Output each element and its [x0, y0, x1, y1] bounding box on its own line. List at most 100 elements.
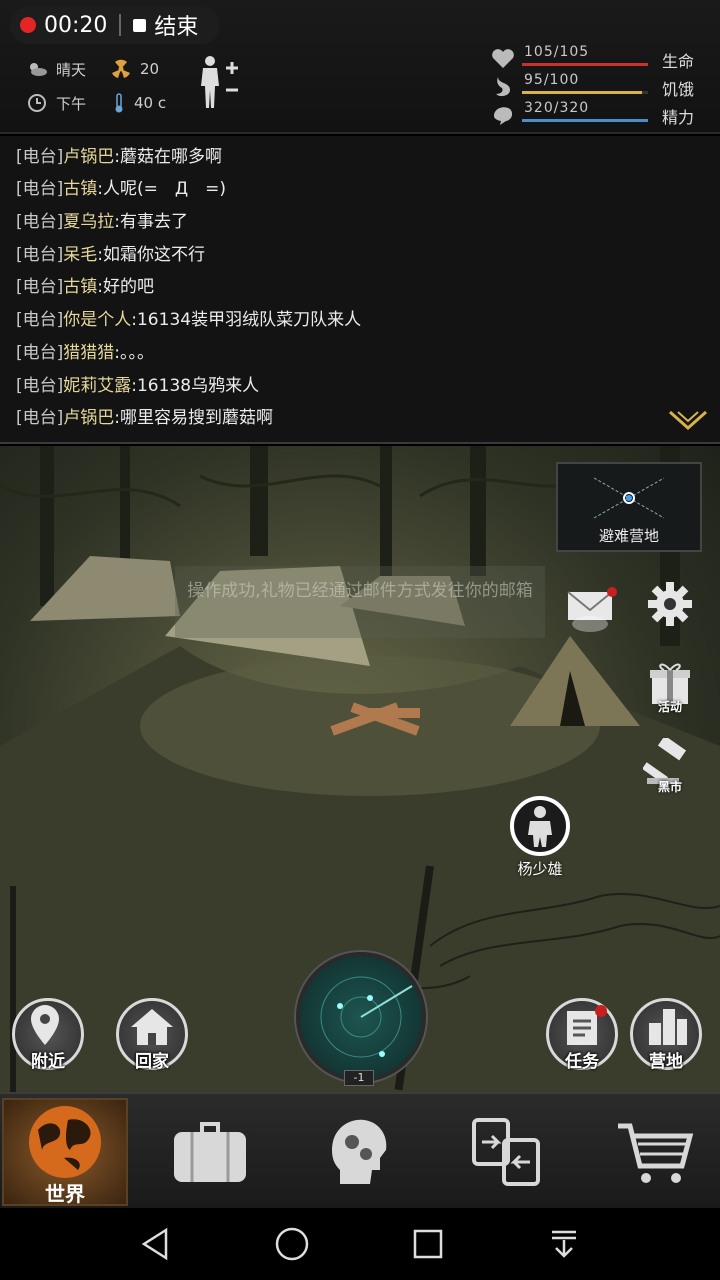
minimap-button[interactable]: 避难营地	[556, 462, 702, 552]
chevron-down-icon[interactable]	[668, 408, 708, 434]
tab-shop[interactable]	[616, 1114, 696, 1190]
radar-icon	[320, 976, 413, 1058]
time-of-day-text: 下午	[56, 94, 87, 113]
home-circle-icon[interactable]	[274, 1226, 310, 1262]
chat-channel: [电台]	[16, 212, 64, 232]
mail-icon	[567, 587, 617, 632]
chat-message: :哪里容易搜到蘑菇啊	[114, 408, 273, 428]
recent-apps-icon[interactable]	[410, 1226, 446, 1262]
chat-channel: [电台]	[16, 245, 64, 265]
chat-sender[interactable]: 夏乌拉	[63, 212, 114, 232]
clock-icon	[28, 94, 46, 112]
go-home-label: 回家	[135, 1052, 169, 1072]
mail-button[interactable]	[558, 584, 622, 648]
tab-inventory[interactable]	[170, 1114, 250, 1190]
stamina-fill	[522, 119, 648, 122]
minimap-label: 避难营地	[598, 527, 659, 545]
end-recording-button[interactable]: 结束	[154, 9, 198, 41]
gear-icon	[648, 582, 692, 626]
chat-sender[interactable]: 古镇	[63, 179, 97, 199]
tab-world[interactable]: 世界	[2, 1098, 128, 1206]
chat-sender[interactable]: 古镇	[63, 277, 97, 297]
radiation-value: 20	[140, 60, 160, 78]
settings-button[interactable]	[638, 576, 702, 640]
task-label: 任务	[565, 1052, 599, 1072]
time-of-day-indicator: 下午	[26, 92, 86, 114]
screen-recorder-pill: 00:20 结束	[10, 6, 220, 44]
go-home-button[interactable]: 回家	[116, 998, 188, 1072]
weather-sun-cloud-icon	[30, 63, 47, 76]
chat-line[interactable]: [电台]卢锅巴:哪里容易搜到蘑菇啊	[16, 403, 273, 428]
chat-sender[interactable]: 妮莉艾露	[63, 376, 131, 396]
house-icon	[131, 1009, 173, 1045]
location-pin-icon	[31, 1005, 59, 1045]
chat-sender[interactable]: 你是个人	[63, 310, 131, 330]
bottom-nav: 世界	[0, 1092, 720, 1208]
radiation-icon	[112, 59, 130, 78]
nearby-button[interactable]: 附近	[12, 998, 84, 1072]
chat-message: :人呢(= Д =)	[97, 179, 227, 199]
chat-sender[interactable]: 卢锅巴	[63, 408, 114, 428]
toast-notice: 操作成功,礼物已经通过邮件方式发往你的邮箱	[175, 566, 545, 638]
stop-icon[interactable]	[133, 18, 147, 32]
chat-line[interactable]: [电台]古镇:好的吧	[16, 272, 154, 297]
game-scene[interactable]: 操作成功,礼物已经通过邮件方式发往你的邮箱 避难营地 活动 黑市 杨少雄 附近 …	[0, 446, 720, 1092]
hunger-bar: 95/100 饥饿	[490, 72, 710, 100]
map-node-icon	[593, 477, 665, 519]
chat-message: :16138乌鸦来人	[131, 376, 260, 396]
recorder-divider	[119, 14, 122, 36]
hunger-fill	[522, 91, 642, 94]
chat-channel: [电台]	[16, 376, 64, 396]
hp-bar: 105/105 生命	[490, 44, 710, 72]
chat-sender[interactable]: 卢锅巴	[63, 147, 114, 167]
record-dot-icon	[20, 17, 36, 33]
stamina-value: 320/320	[524, 100, 590, 116]
black-market-label: 黑市	[657, 780, 682, 794]
nearby-label: 附近	[31, 1052, 65, 1072]
system-nav-bar	[0, 1208, 720, 1280]
chat-line[interactable]: [电台]卢锅巴:蘑菇在哪多啊	[16, 142, 222, 167]
chat-line[interactable]: [电台]呆毛:如霜你这不行	[16, 240, 205, 265]
stamina-icon	[494, 107, 513, 125]
body-status-button[interactable]	[196, 54, 242, 110]
world-label: 世界	[45, 1182, 85, 1206]
chat-line[interactable]: [电台]夏乌拉:有事去了	[16, 207, 188, 232]
tab-trade[interactable]	[466, 1114, 546, 1190]
chat-channel: [电台]	[16, 310, 64, 330]
chat-line[interactable]: [电台]你是个人:16134装甲羽绒队菜刀队来人	[16, 305, 361, 330]
chat-message: :16134装甲羽绒队菜刀队来人	[131, 310, 362, 330]
avatar	[510, 796, 570, 856]
globe-icon	[29, 1106, 101, 1178]
chat-channel: [电台]	[16, 408, 64, 428]
stomach-icon	[496, 77, 510, 97]
player-marker[interactable]: 杨少雄	[500, 796, 580, 879]
event-button[interactable]: 活动	[638, 660, 702, 724]
radar-button[interactable]	[296, 952, 426, 1082]
hunger-value: 95/100	[524, 72, 580, 88]
chat-line[interactable]: [电台]古镇:人呢(= Д =)	[16, 174, 226, 199]
survivor-icon	[528, 806, 552, 847]
camp-button[interactable]: 营地	[630, 998, 702, 1072]
temperature-indicator: 40 c	[112, 92, 166, 114]
chat-message: :好的吧	[97, 277, 154, 297]
chat-sender[interactable]: 呆毛	[63, 245, 97, 265]
temperature-value: 40 c	[134, 94, 167, 112]
notification-pull-icon[interactable]	[546, 1226, 582, 1262]
radiation-indicator: 20	[110, 58, 159, 80]
trade-icon	[472, 1118, 540, 1186]
chat-line[interactable]: [电台]猎猎猎:。。。	[16, 338, 154, 363]
chat-channel: [电台]	[16, 179, 64, 199]
chat-panel[interactable]: [电台]卢锅巴:蘑菇在哪多啊 [电台]古镇:人呢(= Д =) [电台]夏乌拉:有事…	[0, 136, 720, 444]
chat-message: :有事去了	[114, 212, 188, 232]
back-icon[interactable]	[138, 1226, 174, 1262]
black-market-button[interactable]: 黑市	[638, 738, 702, 802]
buildings-icon	[649, 1009, 687, 1045]
player-name: 杨少雄	[517, 860, 563, 878]
chat-line[interactable]: [电台]妮莉艾露:16138乌鸦来人	[16, 371, 259, 396]
chat-sender[interactable]: 猎猎猎	[63, 343, 114, 363]
task-button[interactable]: 任务	[546, 998, 618, 1072]
head-gears-icon	[332, 1119, 387, 1184]
weather-text: 晴天	[56, 60, 87, 79]
tab-skills[interactable]	[318, 1114, 398, 1190]
cart-icon	[618, 1123, 694, 1183]
